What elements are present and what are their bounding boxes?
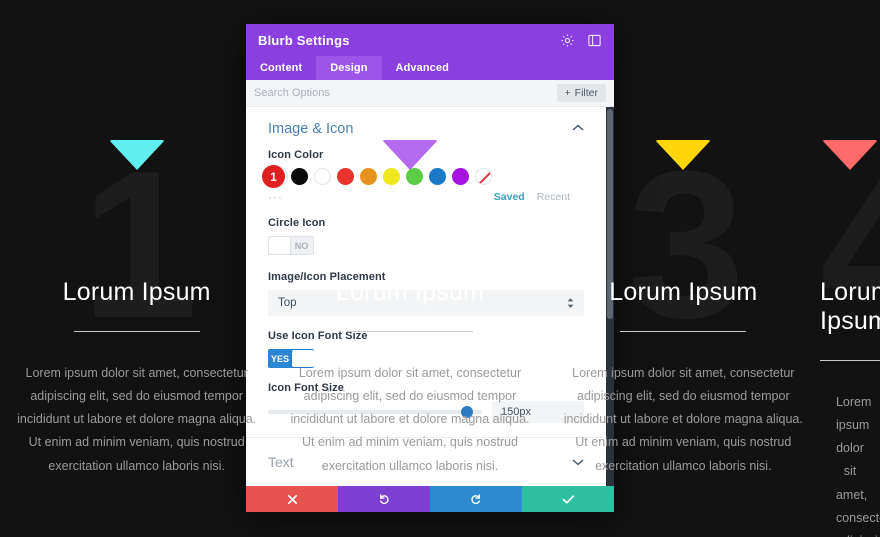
save-button[interactable]	[522, 486, 614, 512]
blurb-divider-3	[620, 331, 747, 332]
icon-color-meta: ··· Saved Recent	[268, 191, 584, 203]
blurb-title-2: Lorum Ipsum	[335, 278, 485, 306]
tab-content[interactable]: Content	[246, 56, 316, 80]
triangle-down-icon	[108, 140, 165, 170]
blurb-column-1[interactable]: 1 Lorum Ipsum Lorem ipsum dolor sit amet…	[0, 0, 273, 537]
triangle-down-icon	[655, 140, 712, 170]
layout-panel-icon[interactable]	[587, 33, 602, 48]
color-tab-saved[interactable]: Saved	[494, 191, 525, 203]
blurb-column-4[interactable]: 4 Lorum Ipsum Lorem ipsum dolor sit amet…	[819, 0, 880, 537]
blurb-divider-4	[819, 360, 880, 361]
plus-icon: +	[564, 87, 571, 99]
modal-title: Blurb Settings	[258, 32, 350, 48]
filter-button[interactable]: + Filter	[556, 84, 606, 102]
checkmark-icon	[562, 494, 575, 505]
blurb-title-3: Lorum Ipsum	[609, 278, 758, 306]
blurb-icon-wrap-1	[0, 140, 273, 182]
blurb-body-4: Lorem ipsum dolor sit amet, consectetur …	[835, 395, 880, 537]
modal-tabs: Content Design Advanced	[246, 56, 614, 80]
triangle-down-icon	[381, 140, 438, 170]
blurb-icon-wrap-4	[820, 140, 880, 182]
color-source-tabs: Saved Recent	[494, 191, 570, 203]
redo-button[interactable]	[430, 486, 522, 512]
redo-arrow-icon	[470, 493, 482, 505]
blurb-body-2: Lorem ipsum dolor sit amet, consectetur …	[290, 366, 530, 473]
field-circle-icon: Circle Icon NO	[246, 217, 606, 257]
undo-arrow-icon	[378, 493, 390, 505]
undo-button[interactable]	[338, 486, 430, 512]
settings-gear-icon[interactable]	[560, 33, 575, 48]
triangle-down-icon	[821, 140, 878, 170]
circle-icon-toggle[interactable]: NO	[268, 236, 314, 255]
section-title: Image & Icon	[268, 121, 354, 137]
blurb-title-1: Lorum Ipsum	[62, 278, 211, 306]
blurb-divider-1	[73, 331, 200, 332]
toggle-knob	[269, 237, 291, 254]
tab-design[interactable]: Design	[316, 56, 382, 80]
blurb-body-3: Lorem ipsum dolor sit amet, consectetur …	[563, 366, 803, 473]
color-tab-recent[interactable]: Recent	[537, 191, 570, 203]
modal-footer	[246, 486, 614, 512]
modal-header-actions	[560, 33, 602, 48]
step-badge-1: 1	[262, 165, 285, 188]
more-colors-button[interactable]: ···	[268, 191, 283, 203]
modal-header: Blurb Settings	[246, 24, 614, 56]
page-root: 1 Lorum Ipsum Lorem ipsum dolor sit amet…	[0, 0, 880, 537]
cancel-button[interactable]	[246, 486, 338, 512]
search-input[interactable]	[254, 87, 557, 99]
blurb-divider-2	[346, 331, 473, 332]
close-x-icon	[287, 494, 298, 505]
circle-icon-toggle-value: NO	[294, 240, 309, 251]
search-bar: + Filter	[246, 80, 614, 107]
blurb-icon-wrap-3	[547, 140, 820, 182]
blurb-body-1: Lorem ipsum dolor sit amet, consectetur …	[17, 366, 257, 473]
blurb-title-4: Lorum Ipsum	[819, 278, 880, 335]
tab-advanced[interactable]: Advanced	[382, 56, 463, 80]
blurb-icon-wrap-2	[273, 140, 546, 182]
chevron-up-icon[interactable]	[572, 124, 584, 135]
filter-button-label: Filter	[574, 87, 598, 99]
circle-icon-label: Circle Icon	[268, 217, 326, 229]
